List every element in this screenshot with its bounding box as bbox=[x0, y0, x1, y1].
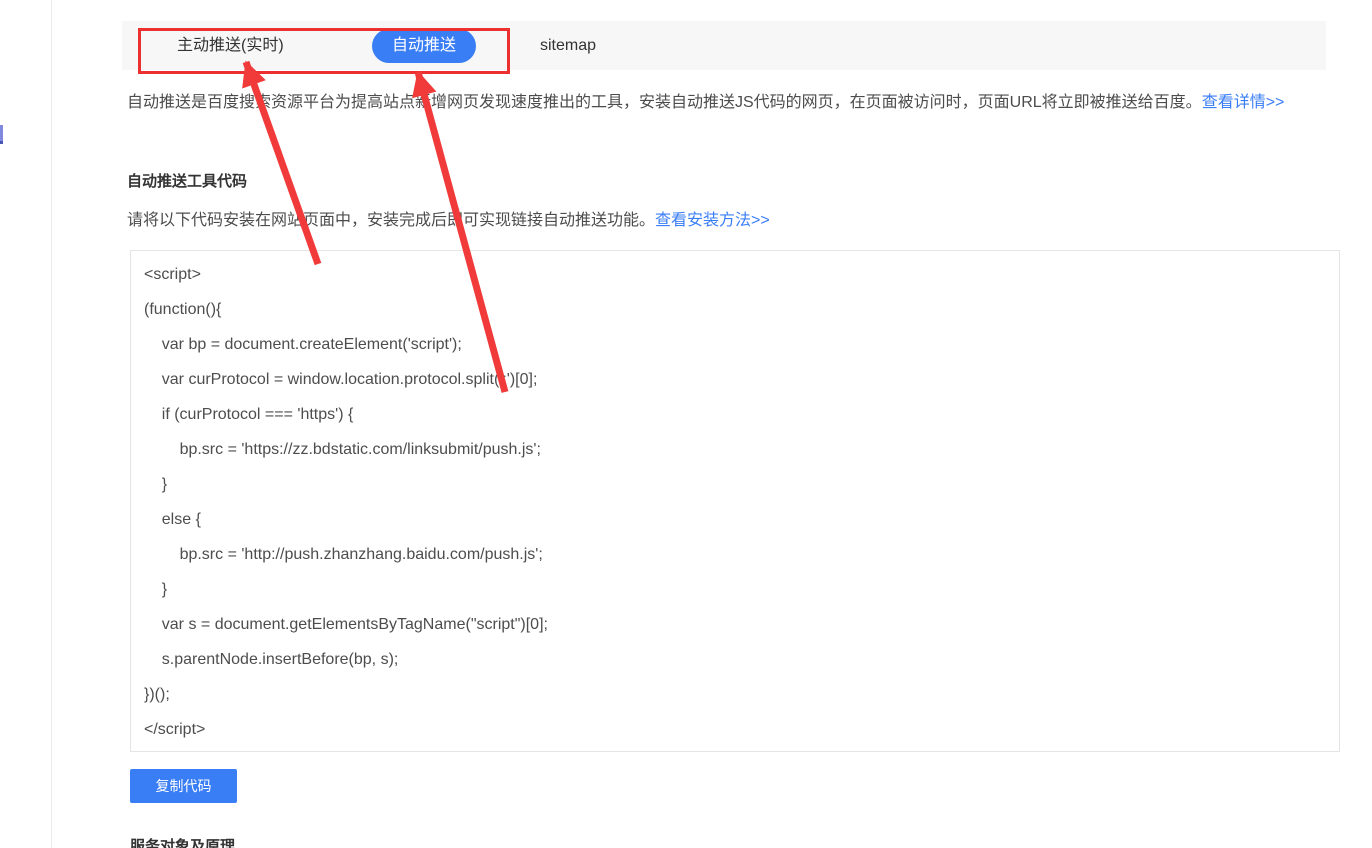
copy-code-button[interactable]: 复制代码 bbox=[130, 769, 237, 803]
code-line: } bbox=[144, 572, 1329, 607]
page: 主动推送(实时) 自动推送 sitemap 自动推送是百度搜索资源平台为提高站点… bbox=[0, 0, 1372, 848]
code-section-heading: 自动推送工具代码 bbox=[127, 172, 247, 192]
instruction-paragraph: 请将以下代码安装在网站页面中，安装完成后即可实现链接自动推送功能。查看安装方法>… bbox=[127, 203, 1342, 238]
tab-sitemap[interactable]: sitemap bbox=[540, 21, 596, 70]
code-line: } bbox=[144, 467, 1329, 502]
code-line: bp.src = 'https://zz.bdstatic.com/linksu… bbox=[144, 432, 1329, 467]
code-line: bp.src = 'http://push.zhanzhang.baidu.co… bbox=[144, 537, 1329, 572]
push-method-tabbar: 主动推送(实时) 自动推送 sitemap bbox=[122, 21, 1326, 70]
code-line: </script> bbox=[144, 712, 1329, 747]
tab-auto-push[interactable]: 自动推送 bbox=[372, 29, 476, 63]
install-method-link[interactable]: 查看安装方法>> bbox=[655, 212, 770, 229]
push-js-code-block: <script> (function(){ var bp = document.… bbox=[130, 250, 1340, 752]
code-line: (function(){ bbox=[144, 292, 1329, 327]
intro-text: 自动推送是百度搜索资源平台为提高站点新增网页发现速度推出的工具，安装自动推送JS… bbox=[127, 94, 1202, 111]
code-line: var curProtocol = window.location.protoc… bbox=[144, 362, 1329, 397]
code-line: <script> bbox=[144, 257, 1329, 292]
intro-paragraph: 自动推送是百度搜索资源平台为提高站点新增网页发现速度推出的工具，安装自动推送JS… bbox=[127, 85, 1342, 120]
sidebar-divider bbox=[51, 0, 52, 848]
code-line: })(); bbox=[144, 677, 1329, 712]
instruction-text: 请将以下代码安装在网站页面中，安装完成后即可实现链接自动推送功能。 bbox=[127, 212, 655, 229]
left-edge-scroll-fragment bbox=[0, 125, 3, 144]
tab-active-push[interactable]: 主动推送(实时) bbox=[177, 21, 284, 70]
code-line: if (curProtocol === 'https') { bbox=[144, 397, 1329, 432]
next-section-heading: 服务对象及原理 bbox=[130, 837, 235, 848]
view-details-link[interactable]: 查看详情>> bbox=[1202, 94, 1285, 111]
code-line: else { bbox=[144, 502, 1329, 537]
code-line: var bp = document.createElement('script'… bbox=[144, 327, 1329, 362]
code-line: var s = document.getElementsByTagName("s… bbox=[144, 607, 1329, 642]
code-line: s.parentNode.insertBefore(bp, s); bbox=[144, 642, 1329, 677]
